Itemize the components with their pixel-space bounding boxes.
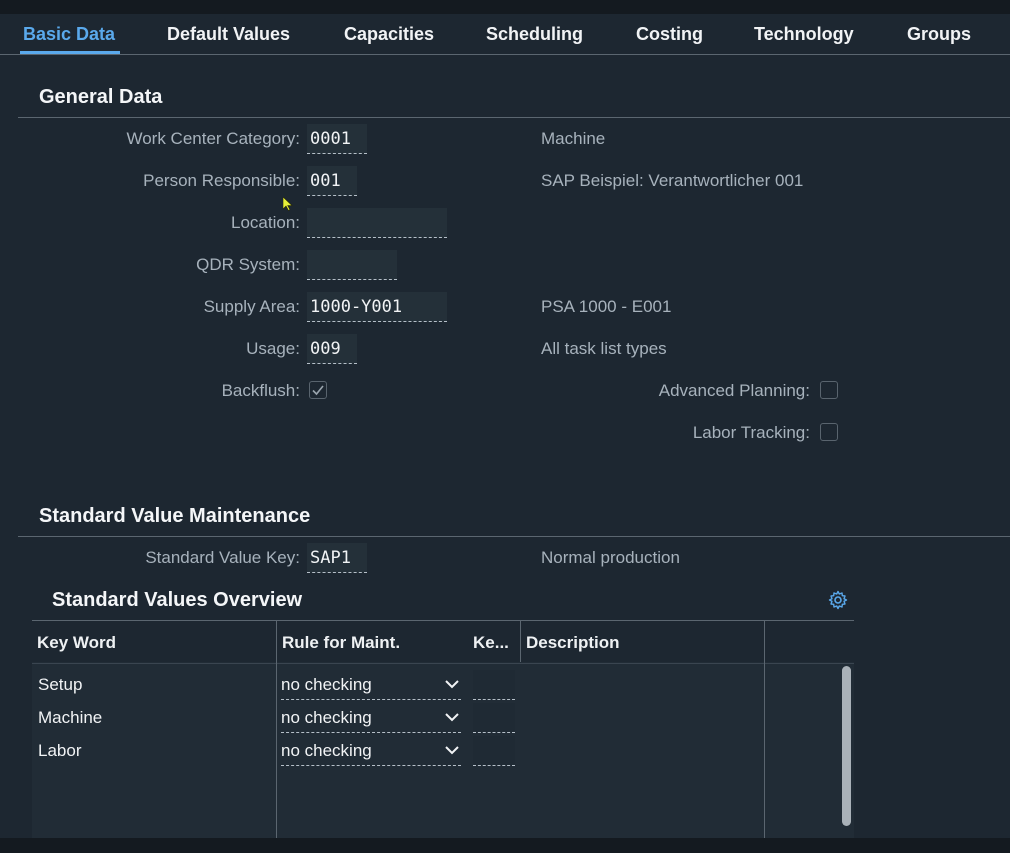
work-center-category-label: Work Center Category: xyxy=(126,129,300,148)
tab-basic-data[interactable]: Basic Data xyxy=(23,24,115,45)
table-row[interactable]: Setup no checking xyxy=(32,670,854,703)
qdr-system-label: QDR System: xyxy=(196,255,300,274)
advanced-planning-label: Advanced Planning: xyxy=(658,381,810,400)
tab-default-values[interactable]: Default Values xyxy=(167,24,290,45)
standard-value-key-label: Standard Value Key: xyxy=(145,548,300,567)
column-key-word[interactable]: Key Word xyxy=(37,633,116,653)
column-divider xyxy=(520,620,521,662)
keyword-cell: Machine xyxy=(38,708,103,727)
tab-capacities[interactable]: Capacities xyxy=(344,24,434,45)
rule-select-value: no checking xyxy=(281,708,372,727)
gear-icon[interactable] xyxy=(828,590,848,615)
active-tab-indicator xyxy=(20,51,120,54)
person-responsible-label: Person Responsible: xyxy=(143,171,300,190)
qdr-system-field[interactable] xyxy=(307,250,397,280)
column-description[interactable]: Description xyxy=(526,633,620,653)
backflush-label: Backflush: xyxy=(221,381,300,400)
section-divider xyxy=(18,536,1010,537)
labor-tracking-checkbox[interactable] xyxy=(820,423,838,441)
rule-select-value: no checking xyxy=(281,741,372,760)
ke-field[interactable] xyxy=(473,670,515,700)
person-responsible-desc: SAP Beispiel: Verantwortlicher 001 xyxy=(541,171,804,190)
check-icon xyxy=(312,385,324,396)
standard-values-overview-title: Standard Values Overview xyxy=(52,589,303,611)
standard-value-key-field[interactable]: SAP1 xyxy=(307,543,367,573)
window-bottom-strip xyxy=(0,838,1010,853)
rule-select[interactable]: no checking xyxy=(281,670,461,700)
keyword-cell: Setup xyxy=(38,675,83,694)
chevron-down-icon xyxy=(445,746,459,755)
ke-field[interactable] xyxy=(473,736,515,766)
window-top-strip xyxy=(0,0,1010,14)
labor-tracking-label: Labor Tracking: xyxy=(692,423,810,442)
chevron-down-icon xyxy=(445,680,459,689)
ke-field[interactable] xyxy=(473,703,515,733)
table-scrollbar[interactable] xyxy=(842,666,851,826)
location-field[interactable] xyxy=(307,208,447,238)
rule-select-value: no checking xyxy=(281,675,372,694)
supply-area-desc: PSA 1000 - E001 xyxy=(541,297,672,316)
work-center-category-field[interactable]: 0001 xyxy=(307,124,367,154)
work-center-category-desc: Machine xyxy=(541,129,606,148)
usage-field[interactable]: 009 xyxy=(307,334,357,364)
table-row[interactable]: Machine no checking xyxy=(32,703,854,736)
keyword-cell: Labor xyxy=(38,741,82,760)
tab-technology[interactable]: Technology xyxy=(754,24,854,45)
general-data-title: General Data xyxy=(39,86,163,108)
tab-groups[interactable]: Groups xyxy=(907,24,971,45)
usage-desc: All task list types xyxy=(541,339,667,358)
standard-value-maintenance-title: Standard Value Maintenance xyxy=(39,505,311,527)
column-rule-for-maint[interactable]: Rule for Maint. xyxy=(282,633,400,653)
standard-value-key-desc: Normal production xyxy=(541,548,680,567)
tab-scheduling[interactable]: Scheduling xyxy=(486,24,583,45)
rule-select[interactable]: no checking xyxy=(281,736,461,766)
chevron-down-icon xyxy=(445,713,459,722)
backflush-checkbox[interactable] xyxy=(309,381,327,399)
tab-costing[interactable]: Costing xyxy=(636,24,703,45)
location-label: Location: xyxy=(231,213,300,232)
column-ke[interactable]: Ke... xyxy=(473,633,509,653)
table-row[interactable]: Labor no checking xyxy=(32,736,854,769)
person-responsible-field[interactable]: 001 xyxy=(307,166,357,196)
supply-area-field[interactable]: 1000-Y001 xyxy=(307,292,447,322)
usage-label: Usage: xyxy=(246,339,300,358)
rule-select[interactable]: no checking xyxy=(281,703,461,733)
advanced-planning-checkbox[interactable] xyxy=(820,381,838,399)
supply-area-label: Supply Area: xyxy=(203,297,300,316)
section-divider xyxy=(18,117,1010,118)
tab-bar: Basic Data Default Values Capacities Sch… xyxy=(0,14,1010,55)
standard-values-table: Key Word Rule for Maint. Ke... Descripti… xyxy=(32,620,854,838)
mouse-cursor-icon xyxy=(282,196,293,216)
table-header: Key Word Rule for Maint. Ke... Descripti… xyxy=(32,620,854,664)
